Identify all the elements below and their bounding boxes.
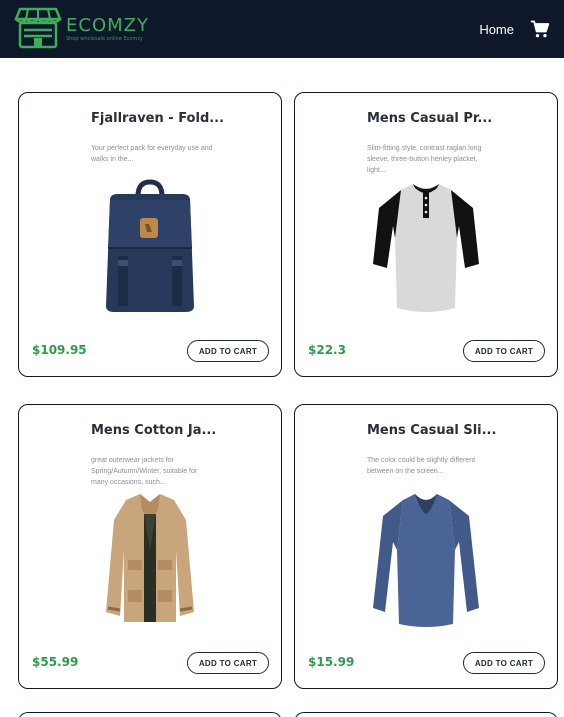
product-grid: Fjallraven - Fold... Your perfect pack f… — [18, 92, 558, 689]
add-to-cart-button[interactable]: ADD TO CART — [187, 652, 269, 674]
product-title[interactable]: Mens Cotton Ja... — [91, 423, 256, 438]
product-description: Slim-fitting style, contrast raglan long… — [367, 145, 482, 174]
nav-home-link[interactable]: Home — [479, 22, 514, 37]
product-card[interactable]: Mens Casual Sli... The color could be sl… — [294, 404, 558, 689]
product-title[interactable]: Fjallraven - Fold... — [91, 111, 256, 126]
product-description: The color could be slightly different be… — [367, 457, 476, 475]
product-image-backpack[interactable] — [85, 175, 215, 320]
brand-logo[interactable]: ECOMZY Shop wholesale online Ecomzy — [14, 5, 149, 53]
add-to-cart-button[interactable]: ADD TO CART — [463, 340, 545, 362]
product-card[interactable]: Mens Cotton Ja... great outerwear jacket… — [18, 404, 282, 689]
product-price: $15.99 — [308, 655, 355, 669]
product-image-cotton-jacket[interactable] — [85, 487, 215, 632]
product-card-partial[interactable] — [294, 712, 558, 717]
product-price: $22.3 — [308, 343, 346, 357]
product-price: $55.99 — [32, 655, 79, 669]
product-card[interactable]: Fjallraven - Fold... Your perfect pack f… — [18, 92, 282, 377]
brand-tagline: Shop wholesale online Ecomzy — [66, 35, 143, 42]
product-title[interactable]: Mens Casual Pr... — [367, 111, 532, 126]
brand-name: ECOMZY — [66, 14, 149, 36]
add-to-cart-button[interactable]: ADD TO CART — [187, 340, 269, 362]
product-price: $109.95 — [32, 343, 87, 357]
product-card[interactable]: Mens Casual Pr... Slim-fitting style, co… — [294, 92, 558, 377]
storefront-icon — [14, 5, 62, 53]
product-title[interactable]: Mens Casual Sli... — [367, 423, 532, 438]
cart-icon[interactable] — [530, 19, 550, 39]
navbar: ECOMZY Shop wholesale online Ecomzy Home — [0, 0, 564, 58]
product-card-partial[interactable] — [18, 712, 282, 717]
product-description: great outerwear jackets for Spring/Autum… — [91, 457, 198, 486]
product-description: Your perfect pack for everyday use and w… — [91, 145, 213, 163]
product-image-slim-tshirt[interactable] — [361, 487, 491, 632]
add-to-cart-button[interactable]: ADD TO CART — [463, 652, 545, 674]
nav-links: Home — [479, 19, 550, 39]
product-image-henley-shirt[interactable] — [361, 175, 491, 320]
